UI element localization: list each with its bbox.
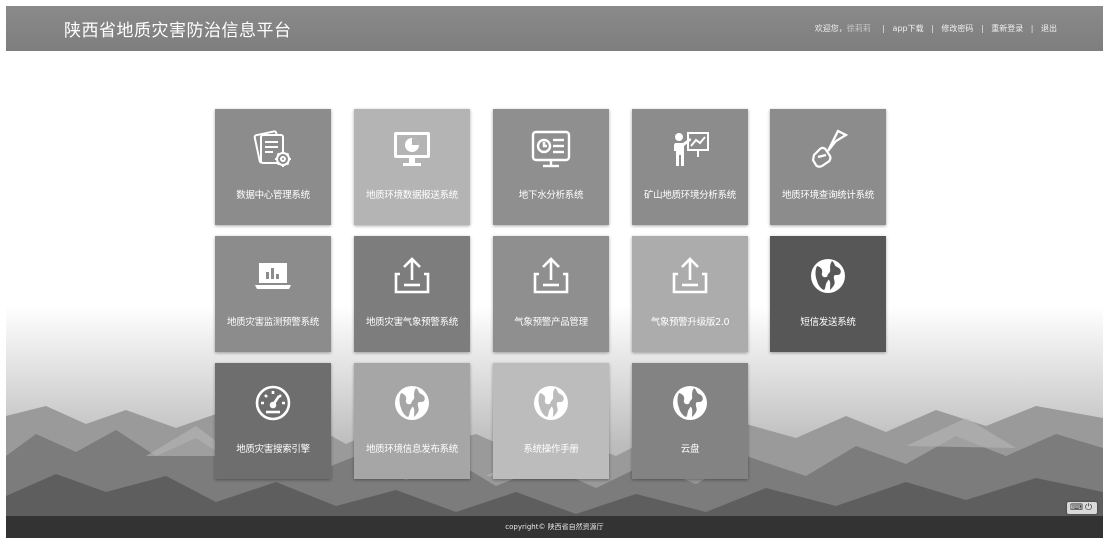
upload-tray-icon bbox=[354, 254, 470, 298]
floating-control[interactable]: ⌨ ⏻ bbox=[1067, 502, 1097, 514]
tile-groundwater[interactable]: 地下水分析系统 bbox=[493, 109, 609, 225]
upload-tray-icon bbox=[493, 254, 609, 298]
globe-icon bbox=[770, 254, 886, 298]
welcome-text: 欢迎您， bbox=[814, 24, 847, 33]
hand-flag-icon bbox=[770, 127, 886, 171]
tile-hazard-monitor[interactable]: 地质灾害监测预警系统 bbox=[215, 236, 331, 352]
globe-icon bbox=[354, 381, 470, 425]
divider: | bbox=[882, 24, 885, 33]
header-bar: 陕西省地质灾害防治信息平台 欢迎您，徐莉莉 | app下载 | 修改密码 | 重… bbox=[6, 6, 1103, 51]
upload-tray-icon bbox=[632, 254, 748, 298]
divider: | bbox=[931, 24, 934, 33]
speedometer-icon bbox=[215, 381, 331, 425]
tile-label: 地质环境查询统计系统 bbox=[781, 190, 874, 201]
laptop-bar-chart-icon bbox=[215, 254, 331, 298]
footer-bar: copyright© 陕西省自然资源厅 bbox=[6, 516, 1103, 538]
tile-label: 地质环境数据报送系统 bbox=[365, 190, 458, 201]
relogin-link[interactable]: 重新登录 bbox=[991, 23, 1023, 34]
tile-label: 地质灾害监测预警系统 bbox=[226, 317, 319, 328]
tile-label: 短信发送系统 bbox=[800, 317, 856, 328]
tile-user-manual[interactable]: 系统操作手册 bbox=[493, 363, 609, 479]
globe-icon bbox=[493, 381, 609, 425]
tile-label: 数据中心管理系统 bbox=[236, 190, 310, 201]
top-nav: 欢迎您，徐莉莉 | app下载 | 修改密码 | 重新登录 | 退出 bbox=[815, 23, 1057, 34]
tile-weather-warning-v2[interactable]: 气象预警升级版2.0 bbox=[632, 236, 748, 352]
tile-sms[interactable]: 短信发送系统 bbox=[770, 236, 886, 352]
keyboard-icon: ⌨ bbox=[1070, 503, 1083, 513]
tile-geo-query-stats[interactable]: 地质环境查询统计系统 bbox=[770, 109, 886, 225]
tile-label: 气象预警升级版2.0 bbox=[650, 317, 730, 328]
presenter-chart-icon bbox=[632, 127, 748, 171]
tile-label: 云盘 bbox=[680, 444, 700, 455]
tile-hazard-search[interactable]: 地质灾害搜索引擎 bbox=[215, 363, 331, 479]
tile-hazard-weather-warning[interactable]: 地质灾害气象预警系统 bbox=[354, 236, 470, 352]
app-frame: 陕西省地质灾害防治信息平台 欢迎您，徐莉莉 | app下载 | 修改密码 | 重… bbox=[6, 6, 1103, 538]
document-gear-icon bbox=[215, 127, 331, 171]
tile-label: 地质环境信息发布系统 bbox=[365, 444, 458, 455]
tile-label: 矿山地质环境分析系统 bbox=[643, 190, 736, 201]
monitor-pie-chart-icon bbox=[354, 127, 470, 171]
tile-label: 地质灾害搜索引擎 bbox=[236, 444, 310, 455]
username: 徐莉莉 bbox=[846, 24, 871, 33]
tile-geo-info-publish[interactable]: 地质环境信息发布系统 bbox=[354, 363, 470, 479]
globe-icon bbox=[632, 381, 748, 425]
change-password-link[interactable]: 修改密码 bbox=[941, 23, 973, 34]
tile-label: 系统操作手册 bbox=[523, 444, 579, 455]
tile-data-center[interactable]: 数据中心管理系统 bbox=[215, 109, 331, 225]
tile-mine-geo[interactable]: 矿山地质环境分析系统 bbox=[632, 109, 748, 225]
tile-label: 地下水分析系统 bbox=[518, 190, 584, 201]
tile-weather-products[interactable]: 气象预警产品管理 bbox=[493, 236, 609, 352]
tile-cloud-drive[interactable]: 云盘 bbox=[632, 363, 748, 479]
divider: | bbox=[980, 24, 984, 33]
logout-link[interactable]: 退出 bbox=[1041, 23, 1057, 34]
clock-list-screen-icon bbox=[493, 127, 609, 171]
divider: | bbox=[1030, 24, 1034, 33]
platform-title: 陕西省地质灾害防治信息平台 bbox=[64, 21, 292, 41]
tile-label: 地质灾害气象预警系统 bbox=[365, 317, 458, 328]
tile-label: 气象预警产品管理 bbox=[514, 317, 588, 328]
power-icon: ⏻ bbox=[1085, 503, 1093, 513]
tile-geo-data-report[interactable]: 地质环境数据报送系统 bbox=[354, 109, 470, 225]
app-download-link[interactable]: app下载 bbox=[893, 23, 924, 34]
copyright-text: copyright© 陕西省自然资源厅 bbox=[505, 523, 604, 531]
